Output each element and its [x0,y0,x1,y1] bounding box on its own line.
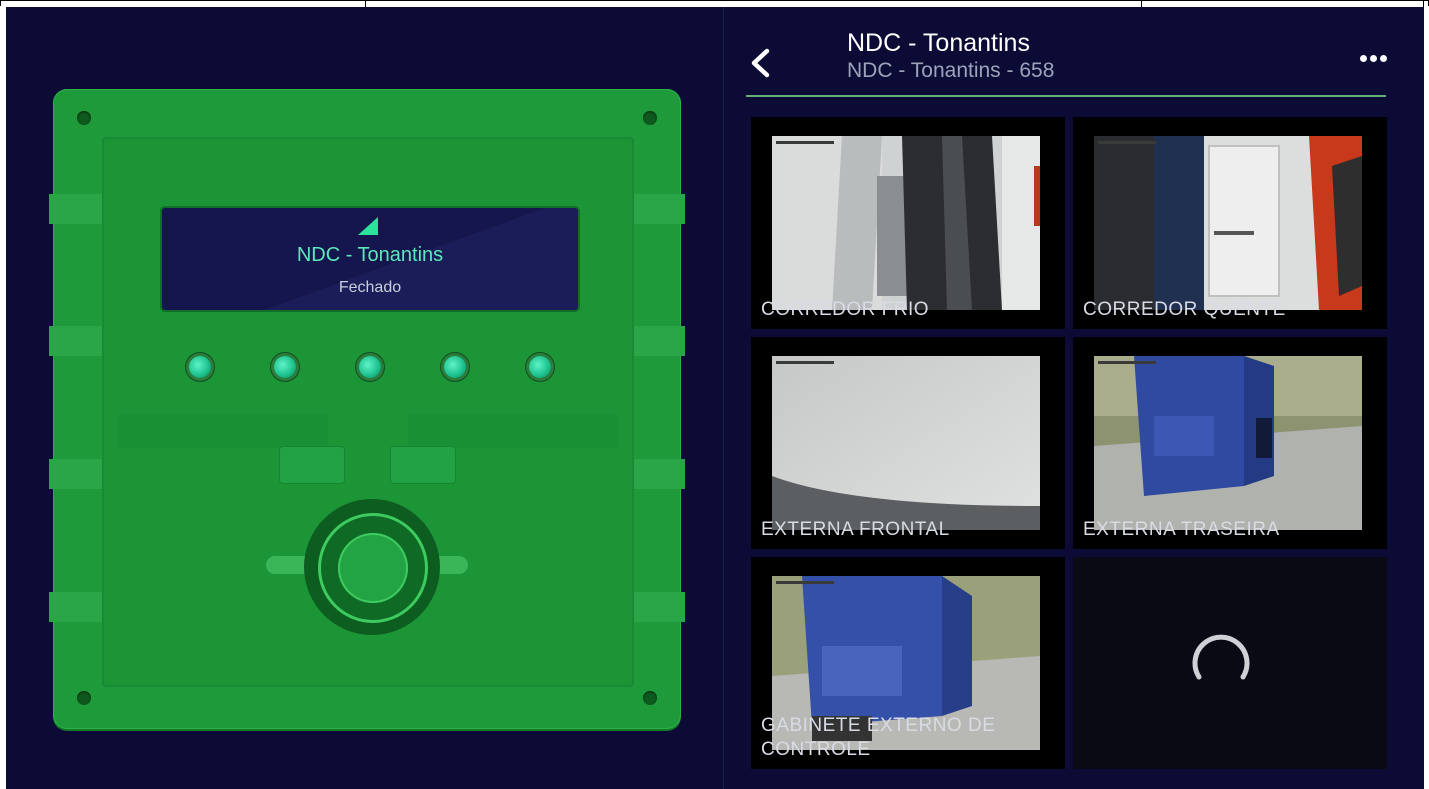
pane-divider [723,7,724,789]
knob-bezel [318,513,428,623]
camera-label: CORREDOR FRIO [761,299,929,320]
display-status: Fechado [338,279,402,296]
status-led [359,356,381,378]
camera-label: CORREDOR QUENTE [1083,299,1286,320]
status-display: NDC - Tonantins Fechado [160,206,580,312]
panel-face: NDC - Tonantins Fechado [102,137,634,687]
more-horizontal-icon[interactable] [1360,55,1390,67]
camera-tile[interactable]: CORREDOR QUENTE [1073,117,1387,329]
camera-tile[interactable]: EXTERNA TRASEIRA [1073,337,1387,549]
page-subtitle: NDC - Tonantins - 658 [847,59,1055,82]
screw-icon [643,111,657,125]
panel-recess [118,414,328,448]
camera-label: EXTERNA FRONTAL [761,519,950,540]
signal-icon [358,217,378,235]
knob-ring [304,499,440,635]
camera-tile[interactable]: CORREDOR FRIO [751,117,1065,329]
status-led [444,356,466,378]
status-led [274,356,296,378]
camera-feed [1094,356,1362,530]
page-title: NDC - Tonantins [847,29,1030,57]
panel-button-left[interactable] [279,446,345,484]
camera-feed [772,356,1040,530]
lock-knob[interactable] [338,533,408,603]
status-led [529,356,551,378]
screw-icon [77,111,91,125]
camera-label: EXTERNA TRASEIRA [1083,519,1280,540]
camera-tile-loading[interactable] [1073,557,1387,769]
camera-tile[interactable]: EXTERNA FRONTAL [751,337,1065,549]
window-frame [0,0,1429,7]
screw-icon [643,691,657,705]
camera-tile[interactable]: GABINETE EXTERNO DE CONTROLE [751,557,1065,769]
status-led [189,356,211,378]
access-controller-panel: NDC - Tonantins Fechado [49,89,685,729]
camera-label: GABINETE EXTERNO DE CONTROLE [761,715,996,760]
camera-feed [772,136,1040,310]
camera-feed [1094,136,1362,310]
screw-icon [77,691,91,705]
chevron-left-icon[interactable] [745,43,775,83]
header-divider [746,95,1386,97]
display-title: NDC - Tonantins [296,244,444,266]
loading-spinner-icon [1192,634,1250,680]
panel-button-right[interactable] [390,446,456,484]
panel-recess [408,414,618,448]
